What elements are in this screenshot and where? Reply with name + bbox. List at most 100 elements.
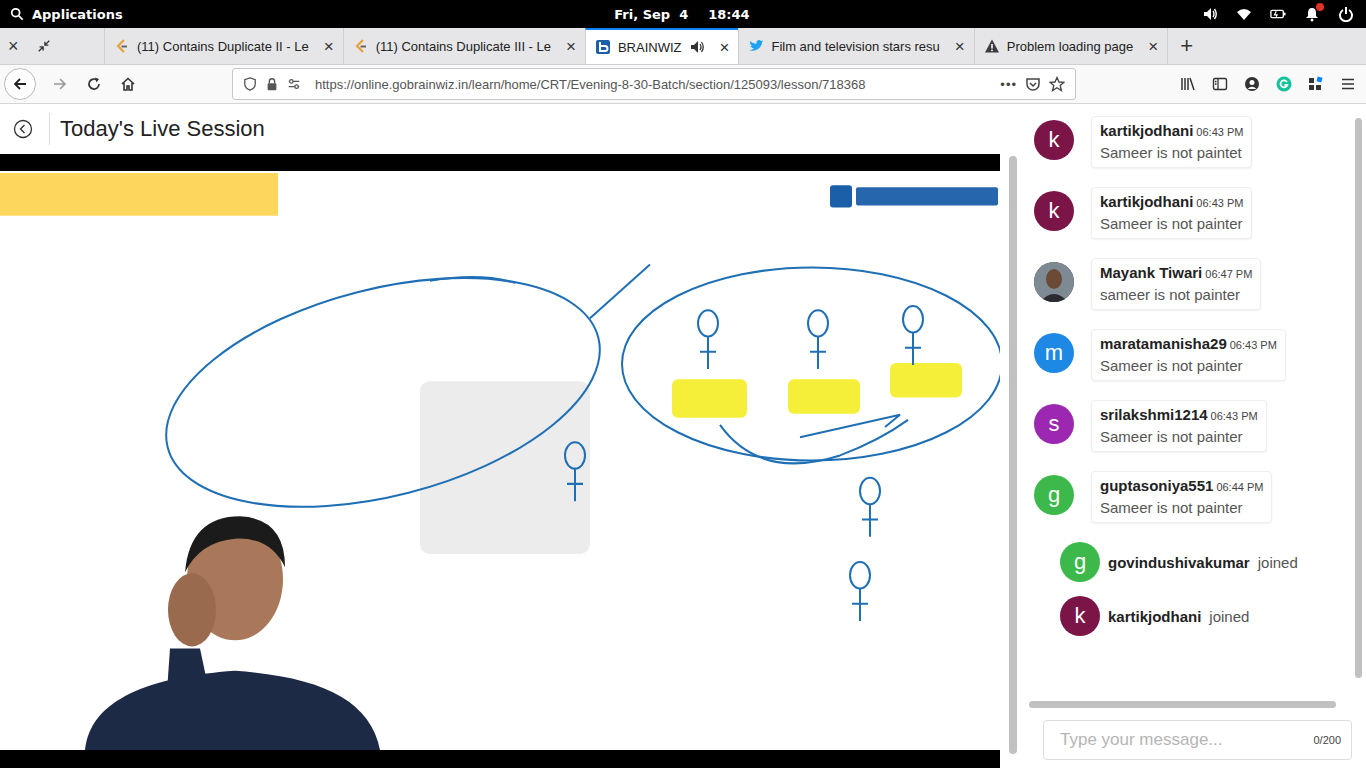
join-notice: ggovindushivakumarjoined [1034, 542, 1366, 582]
tab-close-button[interactable]: × [324, 38, 334, 55]
power-icon[interactable] [1338, 6, 1354, 22]
lock-icon[interactable] [265, 77, 279, 91]
user-avatar: k [1034, 120, 1074, 160]
avatar-initial: k [1049, 127, 1060, 153]
message-time: 06:44 PM [1216, 481, 1263, 493]
tab-audio-playing-icon[interactable] [689, 39, 705, 55]
wifi-icon[interactable] [1236, 6, 1252, 22]
page-actions-button[interactable]: ••• [1000, 77, 1017, 92]
joined-user-name: govindushivakumar [1108, 554, 1250, 571]
browser-tab[interactable]: Problem loading page × [974, 28, 1167, 64]
shield-icon[interactable] [243, 77, 257, 91]
user-avatar: k [1060, 596, 1100, 636]
browser-tab[interactable]: (11) Contains Duplicate III - Le × [343, 28, 585, 64]
restore-icon[interactable] [37, 39, 51, 53]
url-text[interactable]: https://online.gobrainwiz.in/learn/home/… [315, 77, 992, 92]
message-header: maratamanisha2906:43 PM [1100, 335, 1277, 352]
video-row [0, 154, 1025, 768]
grammarly-icon[interactable] [1276, 76, 1292, 92]
notifications[interactable] [1304, 6, 1320, 22]
tab-close-button[interactable]: × [955, 38, 965, 55]
user-avatar: m [1034, 333, 1074, 373]
message-time: 06:47 PM [1205, 268, 1252, 280]
character-counter: 0/200 [1313, 734, 1341, 746]
battery-icon[interactable] [1270, 6, 1286, 22]
sender-name: Mayank Tiwari [1100, 264, 1202, 281]
system-status-area[interactable] [750, 6, 1354, 22]
avatar-initial: g [1048, 482, 1060, 508]
brainwiz-logo-icon [595, 39, 611, 55]
tab-title: (11) Contains Duplicate III - Le [376, 39, 551, 54]
browser-tab-bar: ×(11) Contains Duplicate II - Le×(11) Co… [0, 28, 1366, 65]
new-tab-button[interactable]: + [1167, 28, 1205, 64]
chat-horizontal-scrollbar[interactable] [1029, 701, 1336, 708]
tab-close-button[interactable]: × [720, 39, 730, 56]
back-arrow-icon [12, 76, 28, 92]
applications-label: Applications [32, 7, 123, 22]
window-controls: × [0, 28, 104, 64]
clock[interactable]: Fri, Sep 418:44 [614, 7, 749, 22]
tab-title: BRAINWIZ [618, 40, 682, 55]
window-close-button[interactable]: × [8, 37, 19, 55]
applications-menu[interactable]: Applications [10, 7, 614, 22]
message-text: Sameer is not paintet [1100, 144, 1243, 161]
sender-name: guptasoniya551 [1100, 477, 1213, 494]
chat-message: k kartikjodhani06:43 PMSameer is not pain… [1034, 187, 1366, 239]
library-icon[interactable] [1180, 76, 1196, 92]
tab-title: Film and television stars resu [771, 39, 939, 54]
leetcode-icon [353, 38, 369, 54]
pocket-icon[interactable] [1025, 76, 1041, 92]
back-circle-icon[interactable] [13, 119, 33, 139]
chat-message: kkartikjodhani06:43 PMSameer is not pain… [1034, 116, 1366, 168]
message-header: kartikjodhani06:43 PM [1100, 193, 1243, 210]
page-scrollbar[interactable] [1000, 154, 1025, 768]
video-picture [0, 171, 1000, 750]
clock-date: Fri, Sep 4 [614, 7, 688, 22]
permissions-icon[interactable] [287, 77, 301, 91]
message-time: 06:43 PM [1211, 410, 1258, 422]
message-time: 06:43 PM [1196, 197, 1243, 209]
address-bar[interactable]: https://online.gobrainwiz.in/learn/home/… [232, 68, 1076, 100]
back-button[interactable] [4, 68, 36, 100]
menu-icon[interactable] [1340, 76, 1356, 92]
avatar-initial: m [1045, 340, 1063, 366]
live-video[interactable] [0, 154, 1000, 768]
volume-icon[interactable] [1202, 6, 1218, 22]
user-avatar: k [1034, 191, 1074, 231]
sender-name: kartikjodhani [1100, 193, 1193, 210]
page-title: Today's Live Session [60, 116, 265, 142]
tab-close-button[interactable]: × [566, 38, 576, 55]
chat-message: s srilakshmi121406:43 PM Sameer is not pai… [1034, 400, 1366, 452]
browser-tab[interactable]: (11) Contains Duplicate II - Le× [104, 28, 343, 64]
forward-arrow-icon[interactable] [52, 76, 68, 92]
extensions-button[interactable] [1308, 76, 1324, 92]
sender-name: srilakshmi1214 [1100, 406, 1208, 423]
tab-title: Problem loading page [1007, 39, 1133, 54]
chat-scrollbar[interactable] [1355, 118, 1362, 678]
extensions-grid-icon [1308, 76, 1324, 92]
video-frame [0, 171, 1000, 750]
browser-tab[interactable]: BRAINWIZ × [585, 28, 739, 64]
joined-status: joined [1258, 554, 1298, 571]
account-icon[interactable] [1244, 76, 1260, 92]
chat-message: Mayank Tiwari06:47 PMsameer is not paint… [1034, 258, 1366, 310]
home-icon[interactable] [120, 76, 136, 92]
chat-messages: kkartikjodhani06:43 PMSameer is not pain… [1025, 104, 1366, 701]
sender-name: kartikjodhani [1100, 122, 1193, 139]
chat-message-input[interactable] [1058, 729, 1313, 751]
lesson-panel: Today's Live Session [0, 104, 1025, 768]
page-content: Today's Live Sessionkkartikjodhani06:43 … [0, 104, 1366, 768]
browser-tab[interactable]: Film and television stars resu × [738, 28, 973, 64]
reload-icon[interactable] [86, 76, 102, 92]
message-bubble: kartikjodhani06:43 PMSameer is not paint… [1091, 187, 1252, 239]
avatar-initial: s [1049, 411, 1060, 437]
user-avatar: g [1034, 475, 1074, 515]
bookmark-star-icon[interactable] [1049, 76, 1065, 92]
page-scrollbar-thumb[interactable] [1009, 156, 1017, 754]
lesson-header: Today's Live Session [0, 104, 1025, 154]
joined-user-name: kartikjodhani [1108, 608, 1201, 625]
sidebar-icon[interactable] [1212, 76, 1228, 92]
avatar-initial: k [1075, 603, 1086, 629]
tab-close-button[interactable]: × [1148, 38, 1158, 55]
message-text: Sameer is not painter [1100, 428, 1258, 445]
